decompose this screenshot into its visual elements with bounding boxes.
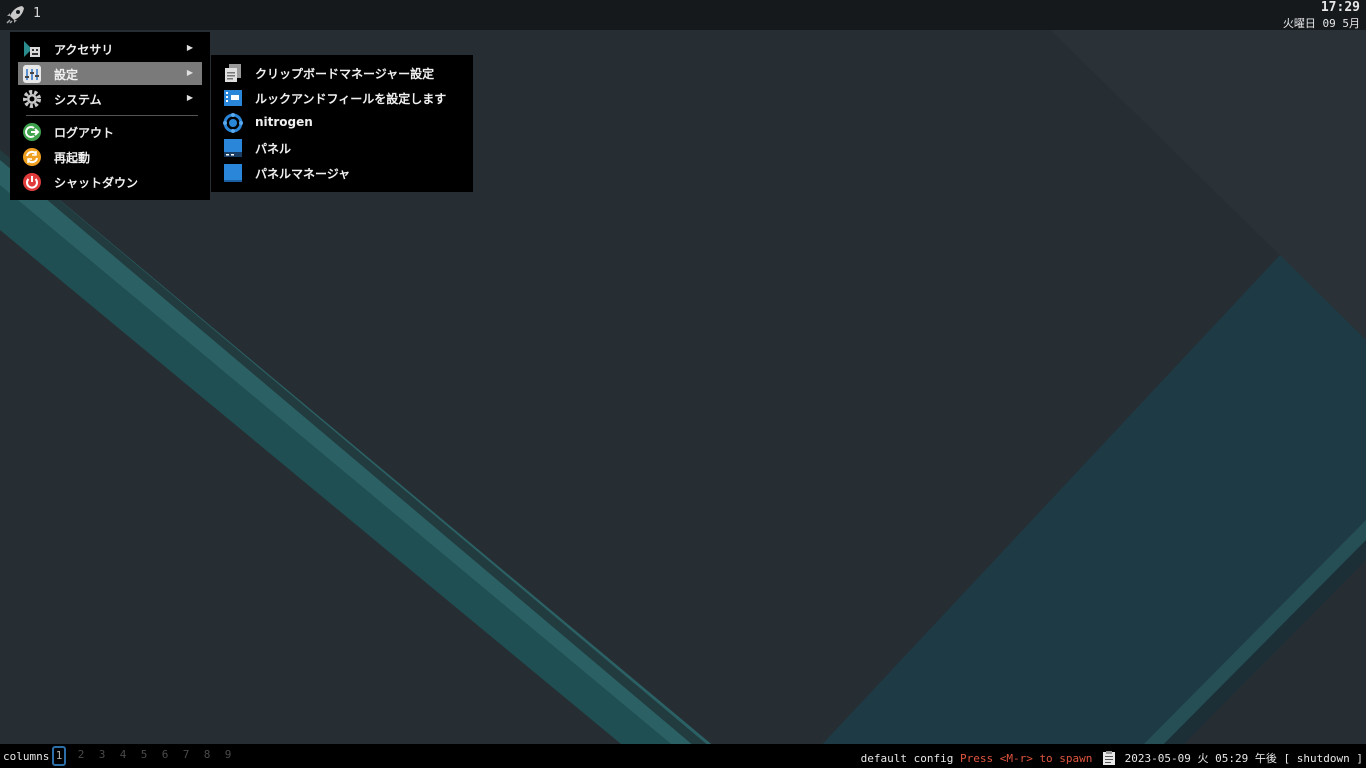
workspace-tag-3[interactable]: 3 [95,746,109,764]
workspace-tag-7[interactable]: 7 [179,746,193,764]
layout-name[interactable]: columns [3,750,49,763]
menu-item-label: システム [54,93,102,107]
spawn-hint: Press <M-r> to spawn [959,752,1093,765]
submenu-arrow-icon: ▶ [186,93,193,102]
status-right: default config Press <M-r> to spawn 2023… [861,750,1363,766]
config-text: default config [860,752,954,765]
workspace-tag-4[interactable]: 4 [116,746,130,764]
submenu-item-panel-manager[interactable]: パネルマネージャ [219,161,469,185]
clock-date: 火曜日 09 5月 [1282,17,1360,30]
shutdown-widget[interactable]: [ shutdown ] [1284,752,1363,765]
submenu-arrow-icon: ▶ [186,68,193,77]
panel-icon [223,138,243,158]
clock[interactable]: 17:29 火曜日 09 5月 [1283,0,1360,32]
status-datetime: 2023-05-09 火 05:29 午後 [1124,752,1277,765]
menu-item-label: 設定 [54,68,79,82]
workspace-number[interactable]: 1 [33,6,41,21]
submenu-item-label: クリップボードマネージャー設定 [255,67,435,81]
workspace-tag-8[interactable]: 8 [200,746,214,764]
submenu-item-label: パネル [255,142,292,156]
submenu-item-appearance[interactable]: ルックアンドフィールを設定します [219,86,469,110]
submenu-item-panel[interactable]: パネル [219,136,469,160]
clipboard-manager-icon [223,63,243,83]
appearance-icon [223,88,243,108]
submenu-item-nitrogen[interactable]: nitrogen [219,111,469,135]
rocket-launcher-icon[interactable] [4,4,26,26]
menu-item-reboot[interactable]: 再起動 [18,145,202,168]
submenu-item-label: ルックアンドフィールを設定します [255,92,447,106]
top-panel: 1 17:29 火曜日 09 5月 [0,0,1366,30]
settings-submenu: クリップボードマネージャー設定 ルックアンドフィールを設定します nitroge… [211,55,473,192]
menu-item-label: アクセサリ [54,43,114,57]
system-gear-icon [22,89,42,109]
workspace-tag-1[interactable]: 1 [52,746,66,766]
menu-item-logout[interactable]: ログアウト [18,120,202,143]
menu-item-label: ログアウト [54,126,115,140]
menu-item-label: 再起動 [54,151,91,165]
submenu-item-label: パネルマネージャ [255,167,351,181]
menu-item-system[interactable]: システム ▶ [18,87,202,110]
menu-item-accessories[interactable]: アクセサリ ▶ [18,37,202,60]
settings-icon [22,64,42,84]
clipboard-icon[interactable] [1103,751,1116,765]
shutdown-icon [22,172,42,192]
menu-separator [26,115,198,116]
panel-manager-icon [223,163,243,183]
clock-time: 17:29 [1320,0,1360,15]
workspace-tag-2[interactable]: 2 [74,746,88,764]
workspace-tag-9[interactable]: 9 [221,746,235,764]
menu-item-shutdown[interactable]: シャットダウン [18,170,202,193]
menu-item-settings[interactable]: 設定 ▶ [18,62,202,85]
reboot-icon [22,147,42,167]
accessories-icon [22,39,42,59]
workspace-tag-5[interactable]: 5 [137,746,151,764]
menu-item-label: シャットダウン [54,176,139,190]
submenu-item-label: nitrogen [255,115,313,129]
nitrogen-icon [223,113,243,133]
workspace-tag-6[interactable]: 6 [158,746,172,764]
submenu-arrow-icon: ▶ [186,43,193,52]
application-menu: アクセサリ ▶ 設定 ▶ システム ▶ ログアウト 再起動 シャットダウン [10,32,210,200]
bottom-status-bar: columns 1 2 3 4 5 6 7 8 9 default config… [0,744,1366,768]
submenu-item-clipboard-manager[interactable]: クリップボードマネージャー設定 [219,61,469,85]
desktop: 1 17:29 火曜日 09 5月 アクセサリ ▶ 設定 ▶ システム ▶ ログ… [0,0,1366,768]
logout-icon [22,122,42,142]
